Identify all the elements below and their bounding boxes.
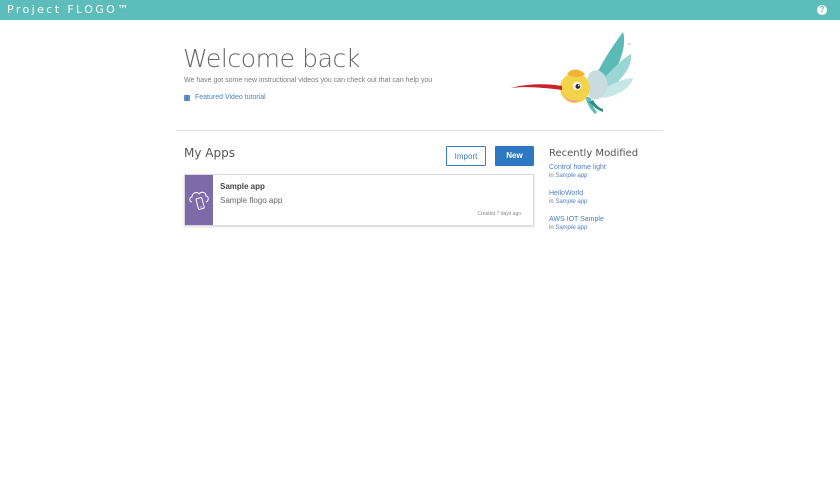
svg-text:™: ™ [627,42,631,47]
recent-flow-link[interactable]: AWS IOT Sample [549,216,604,223]
recent-app-ref: in Sample app [549,173,606,179]
recent-item: AWS IOT Sample in Sample app [549,216,604,231]
recent-item: Control home light in Sample app [549,164,606,179]
help-button[interactable]: ? [817,5,827,15]
brand-logo[interactable]: Project FLOGO™ [7,3,131,16]
film-icon [184,94,190,101]
recent-app-link[interactable]: Sample app [555,225,587,231]
in-label: in [549,225,554,231]
in-label: in [549,199,554,205]
app-icon-tile [185,175,213,225]
recent-app-link[interactable]: Sample app [555,173,587,179]
section-divider [176,130,663,131]
featured-video-link[interactable]: Featured Video tutorial [184,94,266,101]
recently-modified-heading: Recently Modified [549,148,639,159]
in-label: in [549,173,554,179]
recent-app-link[interactable]: Sample app [555,199,587,205]
app-description: Sample flogo app [220,196,283,205]
recent-app-ref: in Sample app [549,199,587,205]
app-card[interactable]: Sample app Sample flogo app Created 7 da… [184,174,534,226]
app-name[interactable]: Sample app [220,182,265,191]
recent-app-ref: in Sample app [549,225,604,231]
recent-flow-link[interactable]: HelloWorld [549,190,587,197]
import-button[interactable]: Import [446,146,486,166]
my-apps-heading: My Apps [184,146,235,160]
mobile-cloud-icon [189,191,209,210]
new-app-button[interactable]: New [495,146,534,166]
top-bar: Project FLOGO™ ? [0,0,840,20]
welcome-subtitle: We have got some new instructional video… [184,77,433,84]
recent-flow-link[interactable]: Control home light [549,164,606,171]
page-title: Welcome back [183,44,360,73]
hummingbird-logo: ™ [511,32,633,114]
featured-video-label[interactable]: Featured Video tutorial [195,94,266,101]
recent-item: HelloWorld in Sample app [549,190,587,205]
app-created-date: Created 7 days ago [477,211,521,217]
